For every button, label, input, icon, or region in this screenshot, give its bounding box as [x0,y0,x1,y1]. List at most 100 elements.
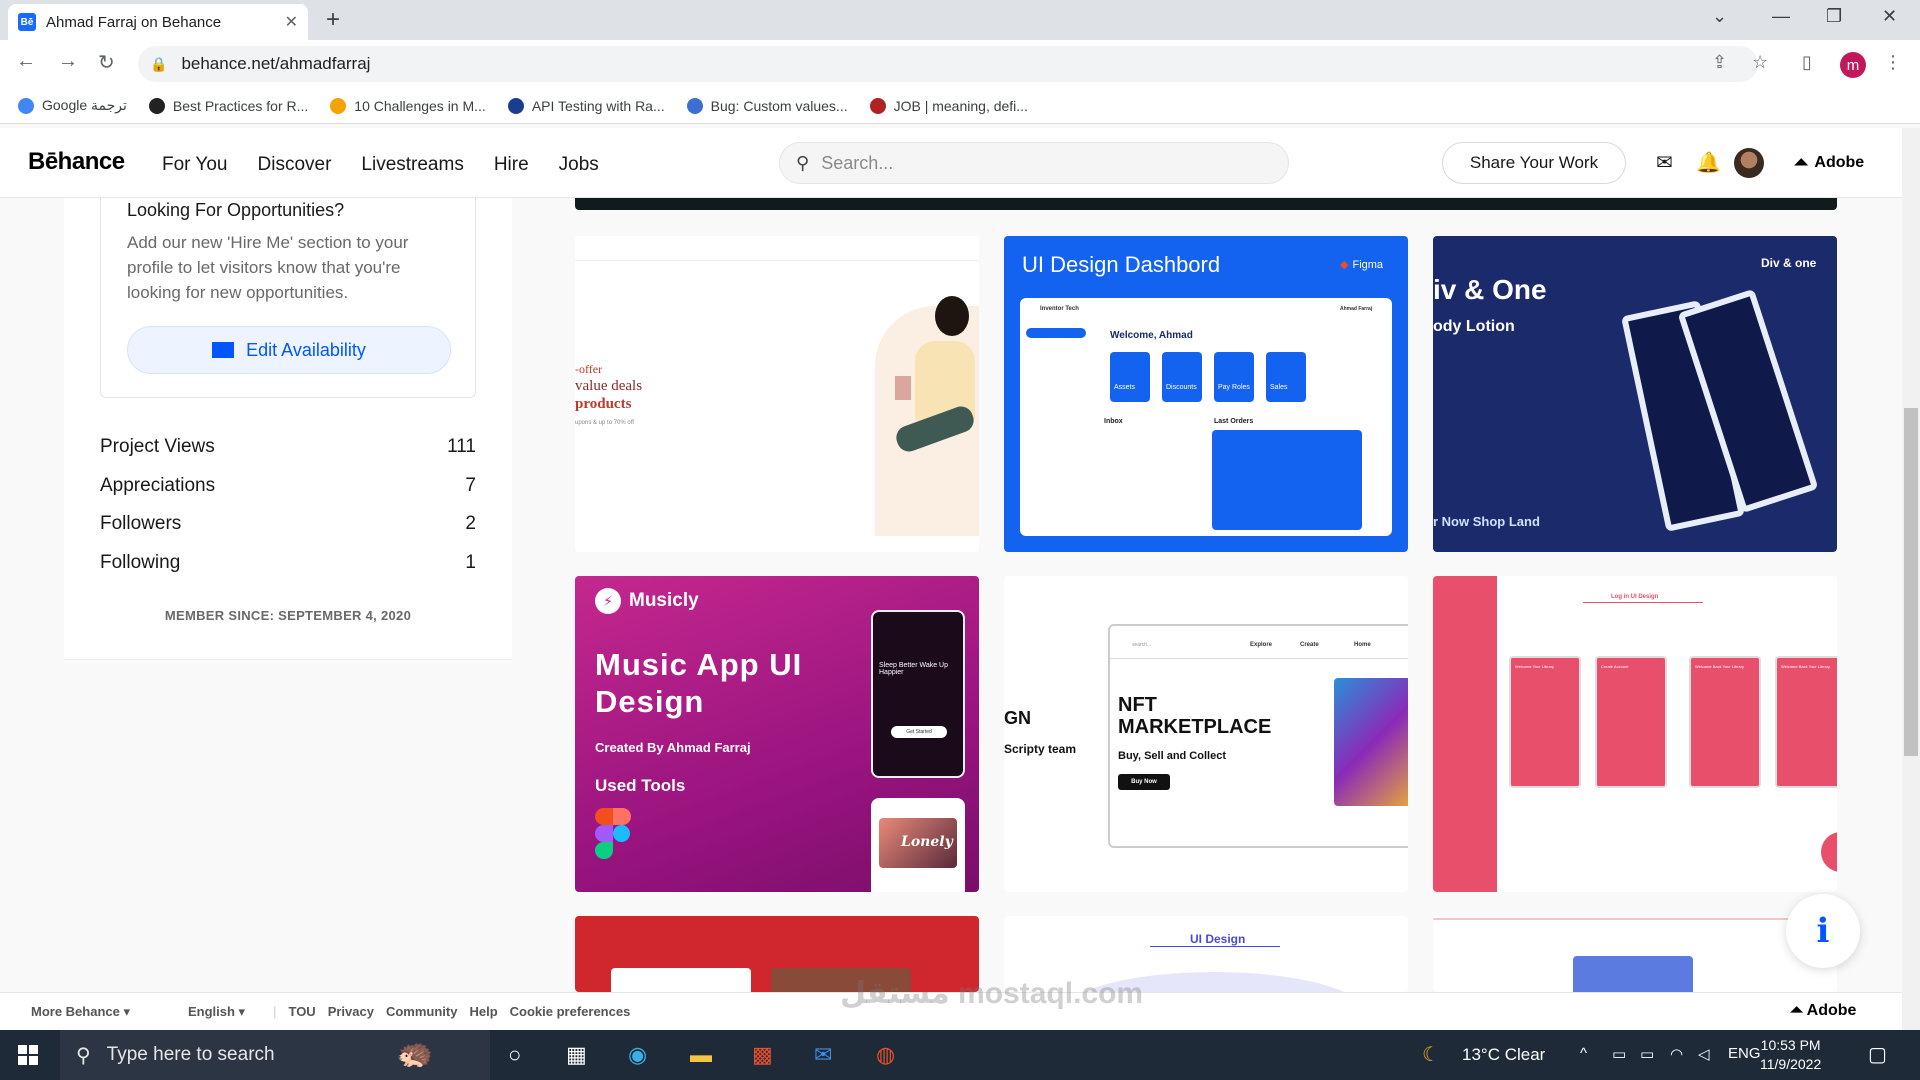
volume-icon[interactable]: ◁ [1698,1045,1710,1063]
mock-user: Ahmad Farraj [1340,306,1373,312]
project-card-div-one[interactable]: Div & one iv & One ody Lotion r Now Shop… [1433,236,1837,552]
footer-language[interactable]: English ▾ [188,1004,245,1020]
member-since: MEMBER SINCE: SEPTEMBER 4, 2020 [164,608,412,623]
bookmark-item[interactable]: API Testing with Ra... [507,97,665,114]
clock[interactable]: 10:53 PM 11/9/2022 [1760,1036,1821,1074]
cortana-icon[interactable]: ○ [508,1042,521,1068]
bookmark-item[interactable]: 10 Challenges in M... [330,97,486,114]
mock-inbox: Inbox [1104,418,1123,425]
adobe-link[interactable]: ⏶ Adobe [1794,152,1864,173]
login-screen: Welcome Back Your Library [1775,656,1837,788]
stat-label: Appreciations [100,474,216,496]
lock-icon[interactable]: 🔒 [150,56,167,73]
messages-icon[interactable]: ✉ [1656,150,1673,175]
search-input[interactable]: ⚲ Search... [779,142,1289,184]
address-bar[interactable]: 🔒 behance.net/ahmadfarraj [138,46,1758,82]
user-avatar[interactable] [1734,148,1764,178]
back-icon[interactable]: ← [16,50,36,73]
project-card-nft[interactable]: GN Scripty team search... Explore Create… [1004,576,1408,892]
project-card-login-ui[interactable]: Log in UI Design Welcome Your Library Cr… [1433,576,1837,892]
profile-avatar[interactable]: m [1840,52,1866,78]
tray-chevron-icon[interactable]: ^ [1580,1045,1587,1062]
mail-icon[interactable]: ✉ [814,1042,832,1068]
project-cover-bottom[interactable] [575,198,1837,210]
footer-more-behance[interactable]: More Behance ▾ [31,1004,130,1020]
device-icon[interactable]: ▭ [1612,1045,1626,1063]
battery-icon[interactable]: ▭ [1640,1045,1654,1063]
nav-hire[interactable]: Hire [494,154,529,176]
phone-button: Get Started [891,726,947,738]
nav-livestreams[interactable]: Livestreams [361,154,463,176]
offer-line4: upons & up to 70% off [575,420,634,426]
footer-adobe[interactable]: ⏶ Adobe [1790,1002,1856,1020]
offer-line1: -offer [575,362,603,376]
notifications-bell-icon[interactable]: 🔔 [1696,150,1721,175]
adobe-logo-icon: ⏶ [1790,1002,1807,1019]
opportunities-title: Looking For Opportunities? [127,200,345,220]
minimize-icon[interactable]: — [1772,6,1790,27]
tile-label: Discounts [1166,384,1197,391]
edge-icon[interactable]: ◉ [628,1042,647,1068]
browser-tab[interactable]: Bē Ahmad Farraj on Behance ✕ [8,4,308,40]
project-card-musicly[interactable]: ⚡ Musicly Music App UI Design Created By… [575,576,979,892]
bookmarks-bar: Google ترجمة Best Practices for R... 10 Ch… [0,88,1920,124]
reload-icon[interactable]: ↻ [98,50,115,75]
language-indicator[interactable]: ENG [1728,1045,1761,1062]
adobe-logo-icon: ⏶ [1794,152,1809,172]
close-window-icon[interactable]: ✕ [1882,6,1897,27]
figma-logo-icon [595,808,631,860]
stat-value: 1 [465,551,476,573]
windows-start-icon[interactable] [18,1045,38,1065]
bookmark-item[interactable]: Bug: Custom values... [686,97,848,114]
nav-discover[interactable]: Discover [258,154,332,176]
notification-center-icon[interactable]: ▢ [1868,1042,1887,1067]
bookmark-item[interactable]: Best Practices for R... [148,97,308,114]
footer-community[interactable]: Community [386,1004,458,1019]
tab-search-icon[interactable]: ⌄ [1712,6,1727,27]
info-button[interactable]: i [1786,894,1860,968]
stat-row[interactable]: Followers 2 [100,505,476,544]
new-tab-icon[interactable]: + [326,6,340,34]
file-explorer-icon[interactable]: ▬ [690,1042,712,1068]
footer-help[interactable]: Help [469,1004,497,1019]
chrome-icon[interactable]: ◍ [876,1042,895,1068]
project-card-ui-dashboard[interactable]: UI Design Dashbord ◆ Figma Inventor Tech … [1004,236,1408,552]
stat-label: Following [100,551,181,573]
weather-text[interactable]: 13°C Clear [1462,1045,1545,1065]
mock-bar-chart [1212,430,1362,530]
scrollbar-thumb[interactable] [1904,408,1918,756]
nav-jobs[interactable]: Jobs [559,154,599,176]
project-card-offers[interactable]: -offer value deals products upons & up t… [575,236,979,552]
share-your-work-button[interactable]: Share Your Work [1442,142,1626,184]
project-card-mobile[interactable] [1433,916,1837,992]
forward-icon[interactable]: → [58,50,78,73]
search-icon: ⚲ [796,152,810,173]
bookmark-item[interactable]: Google ترجمة [18,97,127,114]
envelope-icon [212,342,235,358]
stat-row[interactable]: Following 1 [100,544,476,583]
bookmark-item[interactable]: JOB | meaning, defi... [869,97,1028,114]
wifi-icon[interactable]: ◠ [1670,1045,1683,1063]
behance-header: Bēhance For You Discover Livestreams Hir… [0,128,1902,198]
more-menu-icon[interactable]: ⋮ [1884,52,1902,73]
store-icon[interactable]: ▩ [752,1042,773,1068]
restore-icon[interactable]: ❐ [1826,6,1842,27]
footer-tou[interactable]: TOU [288,1004,315,1019]
illustration-head [935,296,969,336]
nav-for-you[interactable]: For You [162,154,228,176]
nft-side-2: Scripty team [1004,742,1077,756]
behance-logo[interactable]: Bēhance [28,148,125,176]
task-view-icon[interactable]: ▦ [566,1042,587,1068]
url-text: behance.net/ahmadfarraj [181,54,371,73]
side-panel-icon[interactable]: ▯ [1802,52,1812,73]
bookmark-label: Bug: Custom values... [710,97,848,114]
offer-line2: value deals [575,378,643,394]
edit-availability-button[interactable]: Edit Availability [127,326,451,374]
footer-privacy[interactable]: Privacy [328,1004,374,1019]
mock-tiles: Assets Discounts Pay Roles Sales [1110,352,1306,402]
share-icon[interactable]: ⇪ [1712,52,1727,73]
bookmark-star-icon[interactable]: ☆ [1752,52,1768,73]
close-tab-icon[interactable]: ✕ [285,12,298,32]
footer-cookie-preferences[interactable]: Cookie preferences [510,1004,631,1019]
taskbar-search[interactable]: ⚲ Type here to search 🦔 [60,1030,490,1080]
